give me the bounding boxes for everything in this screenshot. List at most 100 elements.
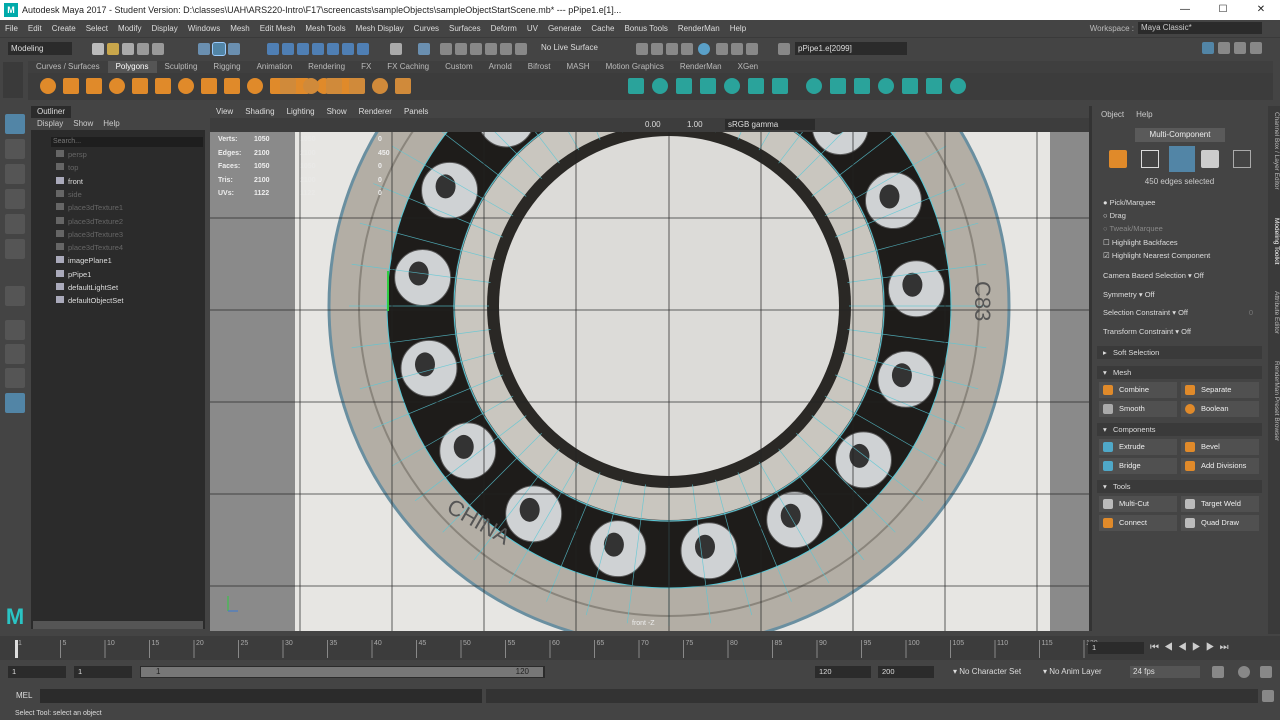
shelf-tab-polygons[interactable]: Polygons: [107, 61, 157, 73]
undo-icon[interactable]: [137, 43, 149, 55]
menu-surfaces[interactable]: Surfaces: [444, 24, 486, 33]
edge-mask-icon[interactable]: [282, 43, 294, 55]
render-frame-icon[interactable]: [636, 43, 648, 55]
shelf-tab-sculpting[interactable]: Sculpting: [157, 61, 206, 73]
shelf-tab-fx-caching[interactable]: FX Caching: [379, 61, 437, 73]
append-icon[interactable]: [700, 78, 716, 94]
outliner-item-persp[interactable]: persp: [56, 149, 87, 160]
pause-viewport-icon[interactable]: [746, 43, 758, 55]
boolean-button[interactable]: Boolean: [1181, 401, 1259, 417]
shelf-tab-rigging[interactable]: Rigging: [205, 61, 248, 73]
maximize-button[interactable]: ☐: [1204, 0, 1242, 20]
lock-icon[interactable]: [390, 43, 402, 55]
bridge-icon[interactable]: [628, 78, 644, 94]
cube-icon[interactable]: [63, 78, 79, 94]
outliner-item-side[interactable]: side: [56, 189, 82, 200]
shelf-tab-xgen[interactable]: XGen: [730, 61, 766, 73]
target-weld-icon[interactable]: [748, 78, 764, 94]
menu-renderman[interactable]: RenderMan: [673, 24, 725, 33]
camera-based-selection[interactable]: Camera Based Selection ▾ Off: [1103, 271, 1204, 280]
cylinder-icon[interactable]: [86, 78, 102, 94]
rotate-tool-icon[interactable]: [5, 214, 25, 234]
channel-box-icon[interactable]: [1250, 42, 1262, 54]
multi-component-button[interactable]: Multi-Component: [1135, 128, 1225, 142]
menu-windows[interactable]: Windows: [183, 24, 225, 33]
outliner-item-place3dtexture4[interactable]: place3dTexture4: [56, 242, 123, 253]
menu-mesh-display[interactable]: Mesh Display: [351, 24, 409, 33]
colorspace-dropdown[interactable]: sRGB gamma: [725, 119, 815, 130]
playback-controls[interactable]: ⏮◀◀▶▶⏭: [1150, 642, 1234, 653]
toolkit-help-menu[interactable]: Help: [1136, 110, 1152, 119]
outliner-search-input[interactable]: Search...: [51, 137, 203, 147]
save-scene-icon[interactable]: [122, 43, 134, 55]
outliner-display-menu[interactable]: Display: [37, 118, 63, 130]
menu-display[interactable]: Display: [147, 24, 183, 33]
selection-constraint[interactable]: Selection Constraint ▾ Off 0: [1103, 308, 1253, 317]
menu-edit-mesh[interactable]: Edit Mesh: [255, 24, 301, 33]
sphere-icon[interactable]: [40, 78, 56, 94]
light-editor-icon[interactable]: [731, 43, 743, 55]
sew-icon[interactable]: [902, 78, 918, 94]
outliner-item-place3dtexture3[interactable]: place3dTexture3: [56, 229, 123, 240]
select-by-object-icon[interactable]: [212, 42, 226, 56]
character-set-dropdown[interactable]: ▾ No Character Set: [950, 666, 1040, 678]
menu-create[interactable]: Create: [47, 24, 81, 33]
loop-icon[interactable]: [1212, 666, 1224, 678]
menu-uv[interactable]: UV: [522, 24, 543, 33]
multi-cut-icon[interactable]: [724, 78, 740, 94]
edge-mode-icon[interactable]: [1169, 146, 1195, 172]
planar-uv-icon[interactable]: [830, 78, 846, 94]
hypershade-icon[interactable]: [698, 43, 710, 55]
deform-mask-icon[interactable]: [357, 43, 369, 55]
ipr-icon[interactable]: [666, 43, 678, 55]
fill-hole-icon[interactable]: [676, 78, 692, 94]
shelf-options-icon[interactable]: [3, 62, 23, 98]
surface-mask-icon[interactable]: [342, 43, 354, 55]
tools-section[interactable]: ▾ Tools: [1097, 480, 1262, 493]
anim-layer-dropdown[interactable]: ▾ No Anim Layer: [1040, 666, 1125, 678]
outliner-item-ppipe1[interactable]: pPipe1: [56, 269, 91, 280]
object-mode-icon[interactable]: [1109, 150, 1127, 168]
attribute-editor-tab[interactable]: Attribute Editor: [1268, 291, 1280, 334]
object-name-field[interactable]: pPipe1.e[2099]: [795, 42, 907, 55]
viewport-menu-lighting[interactable]: Lighting: [281, 106, 321, 118]
smooth-button[interactable]: Smooth: [1099, 401, 1177, 417]
menu-set-dropdown[interactable]: Modeling: [8, 42, 72, 55]
separate-icon[interactable]: [303, 78, 319, 94]
two-view-icon[interactable]: [5, 368, 25, 388]
renderman-preset-tab[interactable]: RenderMan Preset Browser: [1268, 361, 1280, 441]
snap-view-icon[interactable]: [500, 43, 512, 55]
shelf-tab-curves-surfaces[interactable]: Curves / Surfaces: [28, 61, 108, 73]
menu-select[interactable]: Select: [81, 24, 113, 33]
quad-draw-icon[interactable]: [806, 78, 822, 94]
viewport-menu-renderer[interactable]: Renderer: [353, 106, 398, 118]
menu-mesh[interactable]: Mesh: [225, 24, 255, 33]
extrude-icon[interactable]: [395, 78, 411, 94]
menu-deform[interactable]: Deform: [486, 24, 522, 33]
channel-box-tab[interactable]: Channel Box / Layer Editor: [1268, 112, 1280, 190]
tool-settings-icon[interactable]: [1234, 42, 1246, 54]
bevel-button[interactable]: Bevel: [1181, 439, 1259, 455]
multi-cut-button[interactable]: Multi-Cut: [1099, 496, 1177, 512]
menu-bonus-tools[interactable]: Bonus Tools: [619, 24, 672, 33]
gamma-field[interactable]: 1.00: [687, 120, 703, 129]
last-tool-icon[interactable]: [5, 286, 25, 306]
time-slider-ruler[interactable]: 1 5 10 15 20 25 30 35 40 45 50 55 60 65 70 75 80 85 90 95 10…: [8, 636, 1098, 660]
playback-start-field[interactable]: 1: [74, 666, 132, 678]
live-surface-label[interactable]: No Live Surface: [541, 43, 598, 52]
vertex-mode-icon[interactable]: [1141, 150, 1159, 168]
outliner-item-defaultlightset[interactable]: defaultLightSet: [56, 282, 118, 293]
shelf-tab-mash[interactable]: MASH: [558, 61, 597, 73]
quad-draw-button[interactable]: Quad Draw: [1181, 515, 1259, 531]
redo-icon[interactable]: [152, 43, 164, 55]
platonic-icon[interactable]: [201, 78, 217, 94]
magnet-icon[interactable]: [515, 43, 527, 55]
viewport-panel[interactable]: C83 CHINA front -Z View Shading Lighting Sh…: [210, 106, 1090, 631]
new-scene-icon[interactable]: [92, 43, 104, 55]
uv-mask-icon[interactable]: [312, 43, 324, 55]
menu-modify[interactable]: Modify: [113, 24, 147, 33]
outliner-item-front[interactable]: front: [56, 176, 83, 187]
workspace-selector[interactable]: Workspace : Maya Classic*: [1090, 22, 1262, 34]
command-input[interactable]: [40, 689, 482, 703]
boolean-icon[interactable]: [349, 78, 365, 94]
